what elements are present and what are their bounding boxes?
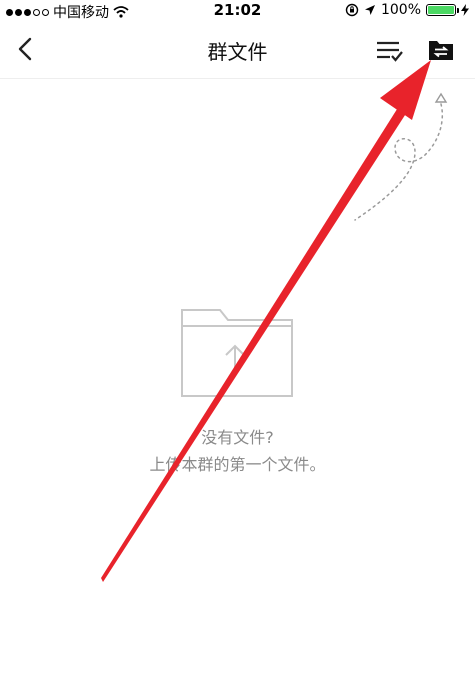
orientation-lock-icon (345, 3, 359, 17)
location-icon (364, 5, 375, 15)
empty-state-title: 没有文件? (201, 428, 274, 447)
status-bar: 中国移动 21:02 100% (0, 0, 475, 22)
battery-icon (426, 4, 459, 16)
battery-percent: 100% (380, 2, 421, 18)
gesture-hint-icon (354, 92, 448, 221)
list-check-icon[interactable] (374, 36, 404, 64)
empty-state-subtitle: 上传本群的第一个文件。 (149, 455, 326, 474)
status-right: 100% (345, 2, 469, 18)
group-files-screen: 中国移动 21:02 100% 群文件 没有文件? 上传本群的第一个文件。 (0, 0, 475, 676)
nav-bar: 群文件 (0, 22, 475, 79)
folder-upload-icon (181, 309, 293, 397)
folder-switch-icon[interactable] (426, 36, 456, 64)
charging-icon (461, 4, 469, 16)
